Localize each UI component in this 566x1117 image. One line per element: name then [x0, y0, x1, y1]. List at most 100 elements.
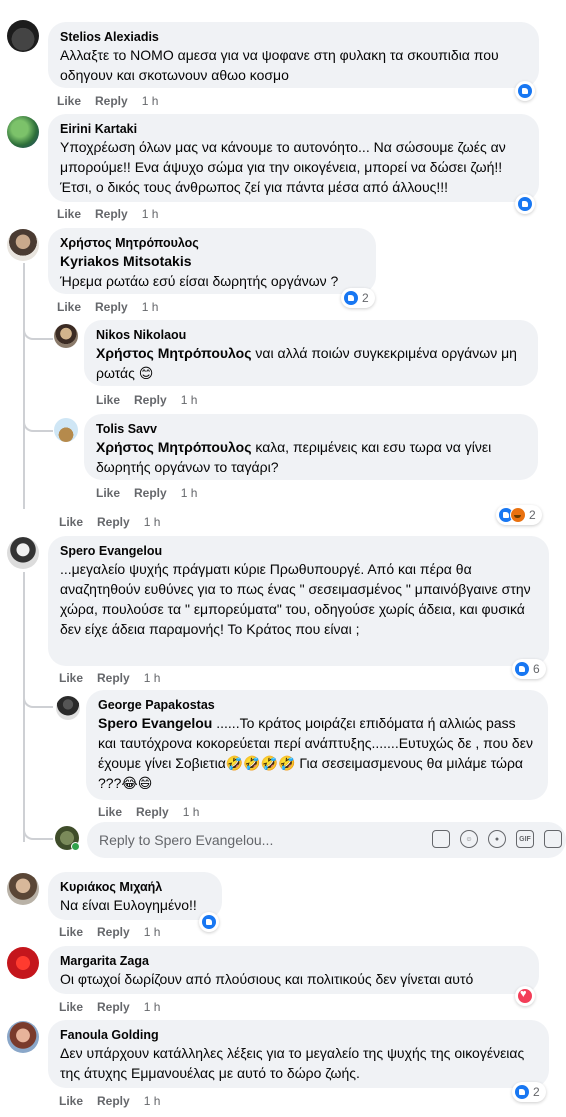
reply-button[interactable]: Reply: [97, 1000, 130, 1014]
reaction-count: 6: [533, 662, 540, 676]
reaction-count: 2: [362, 291, 369, 305]
avatar[interactable]: [56, 696, 80, 720]
reply-button[interactable]: Reply: [95, 207, 128, 221]
comment-author[interactable]: Spero Evangelou: [60, 543, 537, 559]
comment-author[interactable]: Stelios Alexiadis: [60, 29, 527, 45]
comment-bubble: Χρήστος Μητρόπουλος Kyriakos Mitsotakis Ή…: [48, 228, 376, 294]
like-button[interactable]: Like: [59, 925, 83, 939]
avatar[interactable]: [7, 537, 39, 569]
comment-author[interactable]: Χρήστος Μητρόπουλος: [60, 235, 364, 251]
like-button[interactable]: Like: [57, 207, 81, 221]
emoji-icon[interactable]: ☺: [460, 830, 478, 848]
comment-actions: Like Reply 1 h: [57, 300, 172, 314]
like-button[interactable]: Like: [57, 300, 81, 314]
reply-input[interactable]: Reply to Spero Evangelou...: [99, 832, 273, 848]
reaction-summary[interactable]: [515, 194, 535, 214]
like-reaction-icon: [343, 290, 359, 306]
reply-button[interactable]: Reply: [136, 805, 169, 819]
reaction-summary[interactable]: [515, 81, 535, 101]
timestamp[interactable]: 1 h: [181, 486, 198, 500]
reply-button[interactable]: Reply: [134, 486, 167, 500]
comment-actions: Like Reply 1 h: [96, 486, 211, 500]
like-button[interactable]: Like: [57, 94, 81, 108]
mention-link[interactable]: Kyriakos Mitsotakis: [60, 251, 364, 271]
avatar[interactable]: [7, 947, 39, 979]
avatar[interactable]: [7, 116, 39, 148]
reaction-summary[interactable]: [199, 912, 219, 932]
angry-reaction-icon: [510, 507, 526, 523]
avatar[interactable]: [7, 20, 39, 52]
reply-button[interactable]: Reply: [97, 925, 130, 939]
comment-author[interactable]: Nikos Nikolaou: [96, 327, 526, 343]
reply-composer[interactable]: Reply to Spero Evangelou... ☺ ● GIF: [87, 822, 566, 858]
comment-text: Χρήστος Μητρόπουλος ναι αλλά ποιών συγκε…: [96, 343, 526, 383]
like-reaction-icon: [517, 196, 533, 212]
reaction-summary[interactable]: 2: [512, 1082, 546, 1102]
reaction-summary[interactable]: 2: [496, 505, 542, 525]
timestamp[interactable]: 1 h: [144, 1000, 161, 1014]
love-reaction-icon: [517, 988, 533, 1004]
timestamp[interactable]: 1 h: [144, 1094, 161, 1108]
comment-author[interactable]: Margarita Zaga: [60, 953, 527, 969]
comment-author[interactable]: Eirini Kartaki: [60, 121, 527, 137]
like-button[interactable]: Like: [59, 515, 83, 529]
comment-text: Υποχρέωση όλων μας να κάνουμε το αυτονόη…: [60, 139, 506, 195]
mention-link[interactable]: Χρήστος Μητρόπουλος: [96, 439, 251, 455]
comment-bubble: Tolis Savv Χρήστος Μητρόπουλος καλα, περ…: [84, 414, 538, 480]
camera-icon[interactable]: ●: [488, 830, 506, 848]
timestamp[interactable]: 1 h: [142, 94, 159, 108]
avatar[interactable]: [7, 873, 39, 905]
comment-actions: Like Reply 1 h: [59, 1000, 174, 1014]
avatar[interactable]: [7, 229, 39, 261]
mention-link[interactable]: Spero Evangelou: [98, 715, 212, 731]
comment-author[interactable]: George Papakostas: [98, 697, 536, 713]
like-button[interactable]: Like: [98, 805, 122, 819]
timestamp[interactable]: 1 h: [144, 925, 161, 939]
timestamp[interactable]: 1 h: [183, 805, 200, 819]
comment-body: Ήρεμα ρωτάω εσύ είσαι δωρητής οργάνων ?: [60, 273, 339, 289]
thread-connector: [23, 300, 53, 340]
comment-text: Να είναι Ευλογημένο!!: [60, 897, 197, 913]
sticker-pack-icon[interactable]: [544, 830, 562, 848]
like-reaction-icon: [514, 1084, 530, 1100]
comment-text: Δεν υπάρχουν κατάλληλες λέξεις για το με…: [60, 1045, 525, 1081]
reply-button[interactable]: Reply: [97, 515, 130, 529]
gif-icon[interactable]: GIF: [516, 830, 534, 848]
mention-link[interactable]: Χρήστος Μητρόπουλος: [96, 345, 251, 361]
timestamp[interactable]: 1 h: [181, 393, 198, 407]
comment-bubble: Κυριάκος Μιχαήλ Να είναι Ευλογημένο!!: [48, 872, 222, 920]
comment-actions: Like Reply 1 h: [59, 925, 174, 939]
like-button[interactable]: Like: [59, 1094, 83, 1108]
reply-button[interactable]: Reply: [134, 393, 167, 407]
comment-bubble: Fanoula Golding Δεν υπάρχουν κατάλληλες …: [48, 1020, 549, 1088]
timestamp[interactable]: 1 h: [142, 207, 159, 221]
reply-button[interactable]: Reply: [97, 1094, 130, 1108]
comment-author[interactable]: Κυριάκος Μιχαήλ: [60, 879, 210, 895]
reaction-summary[interactable]: [515, 986, 535, 1006]
like-reaction-icon: [514, 661, 530, 677]
comment-author[interactable]: Fanoula Golding: [60, 1027, 537, 1043]
avatar[interactable]: [7, 1021, 39, 1053]
reply-button[interactable]: Reply: [95, 94, 128, 108]
comment-text: Οι φτωχοί δωρίζουν από πλούσιους και πολ…: [60, 971, 474, 987]
reply-button[interactable]: Reply: [97, 671, 130, 685]
comment-author[interactable]: Tolis Savv: [96, 421, 526, 437]
reply-button[interactable]: Reply: [95, 300, 128, 314]
like-reaction-icon: [517, 83, 533, 99]
reaction-summary[interactable]: 6: [512, 659, 546, 679]
reaction-count: 2: [529, 508, 536, 522]
avatar[interactable]: [54, 324, 78, 348]
like-button[interactable]: Like: [59, 1000, 83, 1014]
like-button[interactable]: Like: [59, 671, 83, 685]
like-button[interactable]: Like: [96, 393, 120, 407]
comment-bubble: Spero Evangelou ...μεγαλείο ψυχής πράγμα…: [48, 536, 549, 666]
like-button[interactable]: Like: [96, 486, 120, 500]
timestamp[interactable]: 1 h: [144, 515, 161, 529]
avatar[interactable]: [54, 418, 78, 442]
comment-bubble: Nikos Nikolaou Χρήστος Μητρόπουλος ναι α…: [84, 320, 538, 386]
timestamp[interactable]: 1 h: [144, 671, 161, 685]
timestamp[interactable]: 1 h: [142, 300, 159, 314]
comment-actions: Like Reply 1 h: [96, 393, 211, 407]
sticker-icon[interactable]: [432, 830, 450, 848]
reaction-summary[interactable]: 2: [341, 288, 375, 308]
